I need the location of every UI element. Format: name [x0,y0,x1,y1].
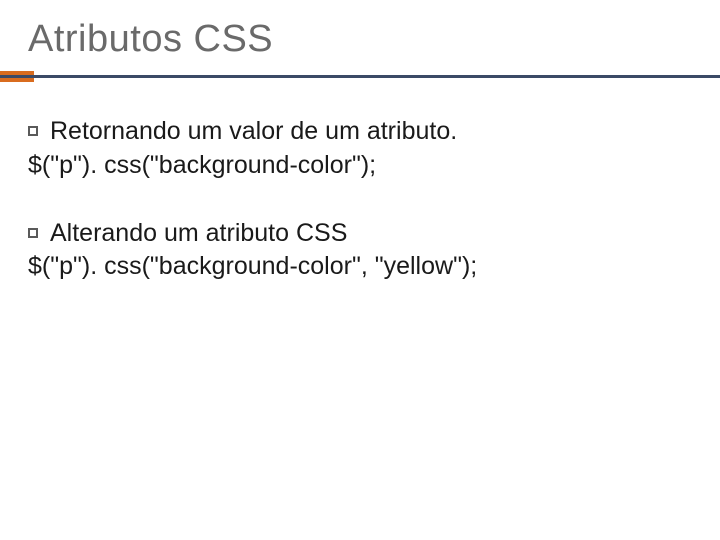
bullet-line: Alterando um atributo CSS [28,217,692,251]
slide-title: Atributos CSS [28,18,692,61]
item-heading: Alterando um atributo CSS [50,217,347,251]
title-divider [28,71,692,81]
list-item: Retornando um valor de um atributo. $("p… [28,115,692,183]
item-code: $("p"). css("background-color"); [28,149,692,183]
item-heading: Retornando um valor de um atributo. [50,115,457,149]
slide: Atributos CSS Retornando um valor de um … [0,0,720,540]
content-area: Retornando um valor de um atributo. $("p… [28,109,692,284]
list-item: Alterando um atributo CSS $("p"). css("b… [28,217,692,285]
divider-line [0,75,720,78]
item-code: $("p"). css("background-color", "yellow"… [28,250,692,284]
bullet-line: Retornando um valor de um atributo. [28,115,692,149]
bullet-icon [28,126,38,136]
bullet-icon [28,228,38,238]
